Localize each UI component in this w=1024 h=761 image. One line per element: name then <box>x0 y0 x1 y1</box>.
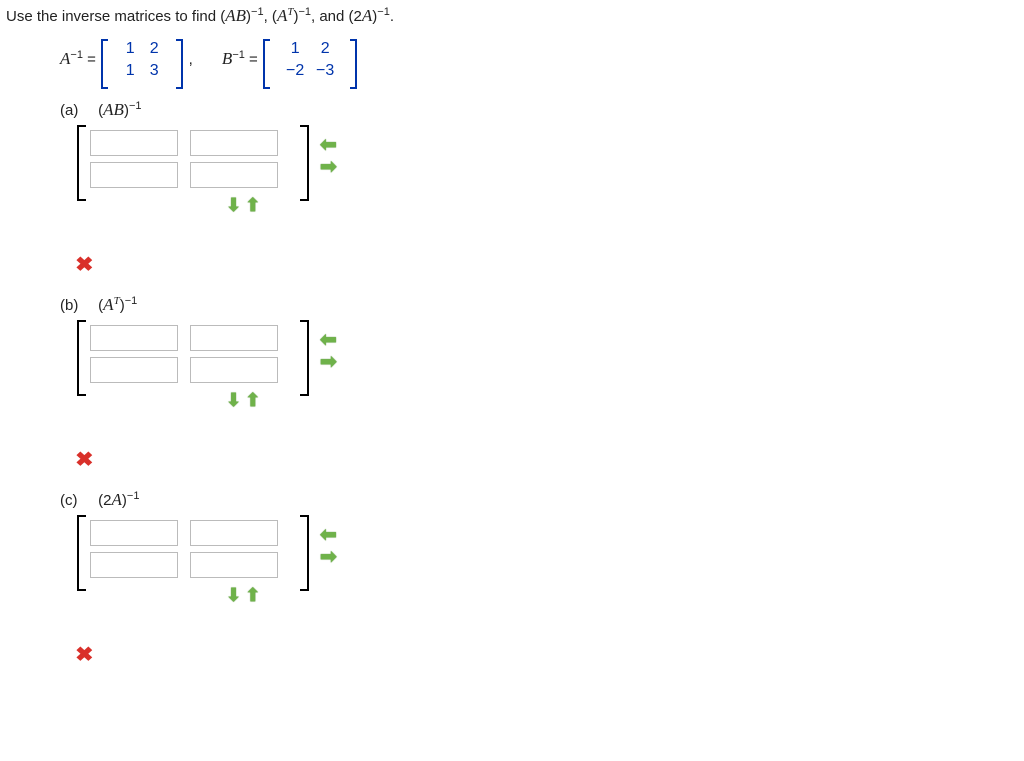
bracket-left-icon <box>76 124 88 206</box>
sup: −1 <box>232 49 245 61</box>
eq: = <box>83 51 100 68</box>
part-b-answer: ⬅ ➡ ⬇ ⬆ <box>76 319 1018 407</box>
cell: 2 <box>310 38 340 60</box>
txt: Use the inverse matrices to find ( <box>6 8 225 25</box>
sup: −1 <box>127 490 140 502</box>
part-c-answer: ⬅ ➡ ⬇ ⬆ <box>76 514 1018 602</box>
matrix-input-c-22[interactable] <box>190 552 278 578</box>
given-row: A−1 = 12 13 , B−1 = 12 −2−3 <box>60 38 1018 82</box>
matrix-input-c-11[interactable] <box>90 520 178 546</box>
matrix-input-b-22[interactable] <box>190 357 278 383</box>
cell: −2 <box>280 60 310 82</box>
incorrect-icon: ✖ <box>76 252 1018 277</box>
sym-ab: AB <box>225 6 246 25</box>
eq: = <box>245 51 262 68</box>
bracket-left-icon <box>76 319 88 401</box>
part-a-label: (a) (AB)−1 <box>60 100 1018 120</box>
b-inv-label: B <box>222 49 232 68</box>
bracket-right-icon <box>298 124 310 206</box>
sym: AB <box>103 100 124 119</box>
sup: −1 <box>251 6 264 18</box>
matrix-input-b-12[interactable] <box>190 325 278 351</box>
cell: 1 <box>118 38 142 60</box>
sym: A <box>112 490 122 509</box>
part-a-answer: ⬅ ➡ ⬇ ⬆ <box>76 124 1018 212</box>
question-prompt: Use the inverse matrices to find (AB)−1,… <box>6 6 1018 26</box>
matrix-input-a-22[interactable] <box>190 162 278 188</box>
matrix-input-c-12[interactable] <box>190 520 278 546</box>
remove-col-icon[interactable]: ⬇ <box>226 585 241 605</box>
incorrect-icon: ✖ <box>76 447 1018 472</box>
incorrect-icon: ✖ <box>76 642 1018 667</box>
sup: −1 <box>129 100 142 112</box>
a-inv-matrix: 12 13 <box>114 38 170 82</box>
txt: (2 <box>98 492 111 509</box>
sup: −1 <box>298 6 311 18</box>
matrix-input-c-21[interactable] <box>90 552 178 578</box>
add-col-icon[interactable]: ⬆ <box>245 390 260 410</box>
part-b-label: (b) (AT)−1 <box>60 295 1018 315</box>
cell: 2 <box>142 38 166 60</box>
matrix-input-b-21[interactable] <box>90 357 178 383</box>
remove-row-icon[interactable]: ⬅ <box>320 329 337 351</box>
sup: −1 <box>70 49 83 61</box>
comma: , <box>189 51 193 68</box>
sym-a: A <box>362 6 372 25</box>
txt: , ( <box>264 8 277 25</box>
cell: 3 <box>142 60 166 82</box>
add-row-icon[interactable]: ➡ <box>320 351 337 373</box>
remove-col-icon[interactable]: ⬇ <box>226 390 241 410</box>
sym-a: A <box>277 6 287 25</box>
part-letter: (b) <box>60 297 94 314</box>
txt: , and (2 <box>311 8 362 25</box>
remove-row-icon[interactable]: ⬅ <box>320 134 337 156</box>
matrix-input-a-12[interactable] <box>190 130 278 156</box>
part-letter: (a) <box>60 102 94 119</box>
add-row-icon[interactable]: ➡ <box>320 156 337 178</box>
add-col-icon[interactable]: ⬆ <box>245 585 260 605</box>
sup: −1 <box>377 6 390 18</box>
part-c-label: (c) (2A)−1 <box>60 490 1018 510</box>
part-letter: (c) <box>60 492 94 509</box>
remove-row-icon[interactable]: ⬅ <box>320 524 337 546</box>
b-inv-matrix: 12 −2−3 <box>276 38 344 82</box>
cell: 1 <box>280 38 310 60</box>
bracket-right-icon <box>298 319 310 401</box>
sup: −1 <box>125 295 138 307</box>
matrix-input-b-11[interactable] <box>90 325 178 351</box>
a-inv-label: A <box>60 49 70 68</box>
cell: −3 <box>310 60 340 82</box>
bracket-right-icon <box>298 514 310 596</box>
add-col-icon[interactable]: ⬆ <box>245 195 260 215</box>
cell: 1 <box>118 60 142 82</box>
matrix-input-a-21[interactable] <box>90 162 178 188</box>
remove-col-icon[interactable]: ⬇ <box>226 195 241 215</box>
matrix-input-a-11[interactable] <box>90 130 178 156</box>
sym: A <box>103 295 113 314</box>
txt: . <box>390 8 394 25</box>
add-row-icon[interactable]: ➡ <box>320 546 337 568</box>
bracket-left-icon <box>76 514 88 596</box>
